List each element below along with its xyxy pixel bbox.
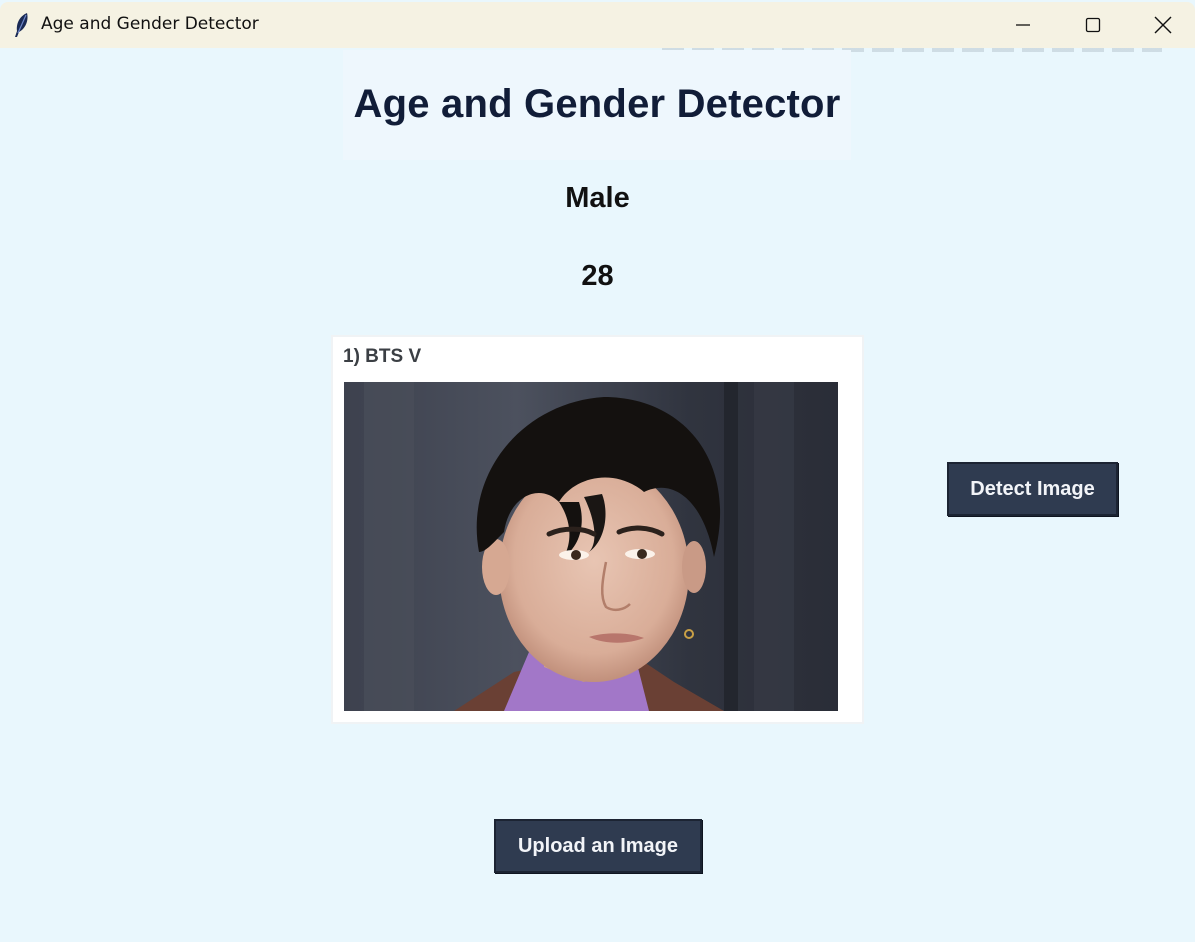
portrait-photo bbox=[344, 382, 838, 711]
image-caption: 1) BTS V bbox=[343, 346, 422, 367]
uploaded-image-card: 1) BTS V bbox=[331, 335, 864, 724]
minimize-icon bbox=[1016, 24, 1030, 26]
upload-image-button[interactable]: Upload an Image bbox=[494, 819, 702, 873]
main-content: Age and Gender Detector Male 28 1) BTS V bbox=[0, 48, 1195, 942]
page-title: Age and Gender Detector bbox=[353, 82, 841, 126]
window-title: Age and Gender Detector bbox=[41, 14, 259, 34]
feather-icon bbox=[12, 12, 32, 38]
minimize-button[interactable] bbox=[988, 2, 1058, 48]
heading-panel: Age and Gender Detector bbox=[343, 50, 851, 160]
close-icon bbox=[1154, 16, 1172, 34]
title-bar[interactable]: Age and Gender Detector bbox=[0, 2, 1195, 48]
maximize-icon bbox=[1085, 17, 1101, 33]
maximize-button[interactable] bbox=[1058, 2, 1128, 48]
age-result: 28 bbox=[581, 260, 614, 292]
app-window: Age and Gender Detector Age and Gender D… bbox=[0, 0, 1195, 942]
detect-image-button[interactable]: Detect Image bbox=[947, 462, 1118, 516]
gender-result: Male bbox=[565, 182, 630, 214]
close-button[interactable] bbox=[1128, 2, 1195, 48]
